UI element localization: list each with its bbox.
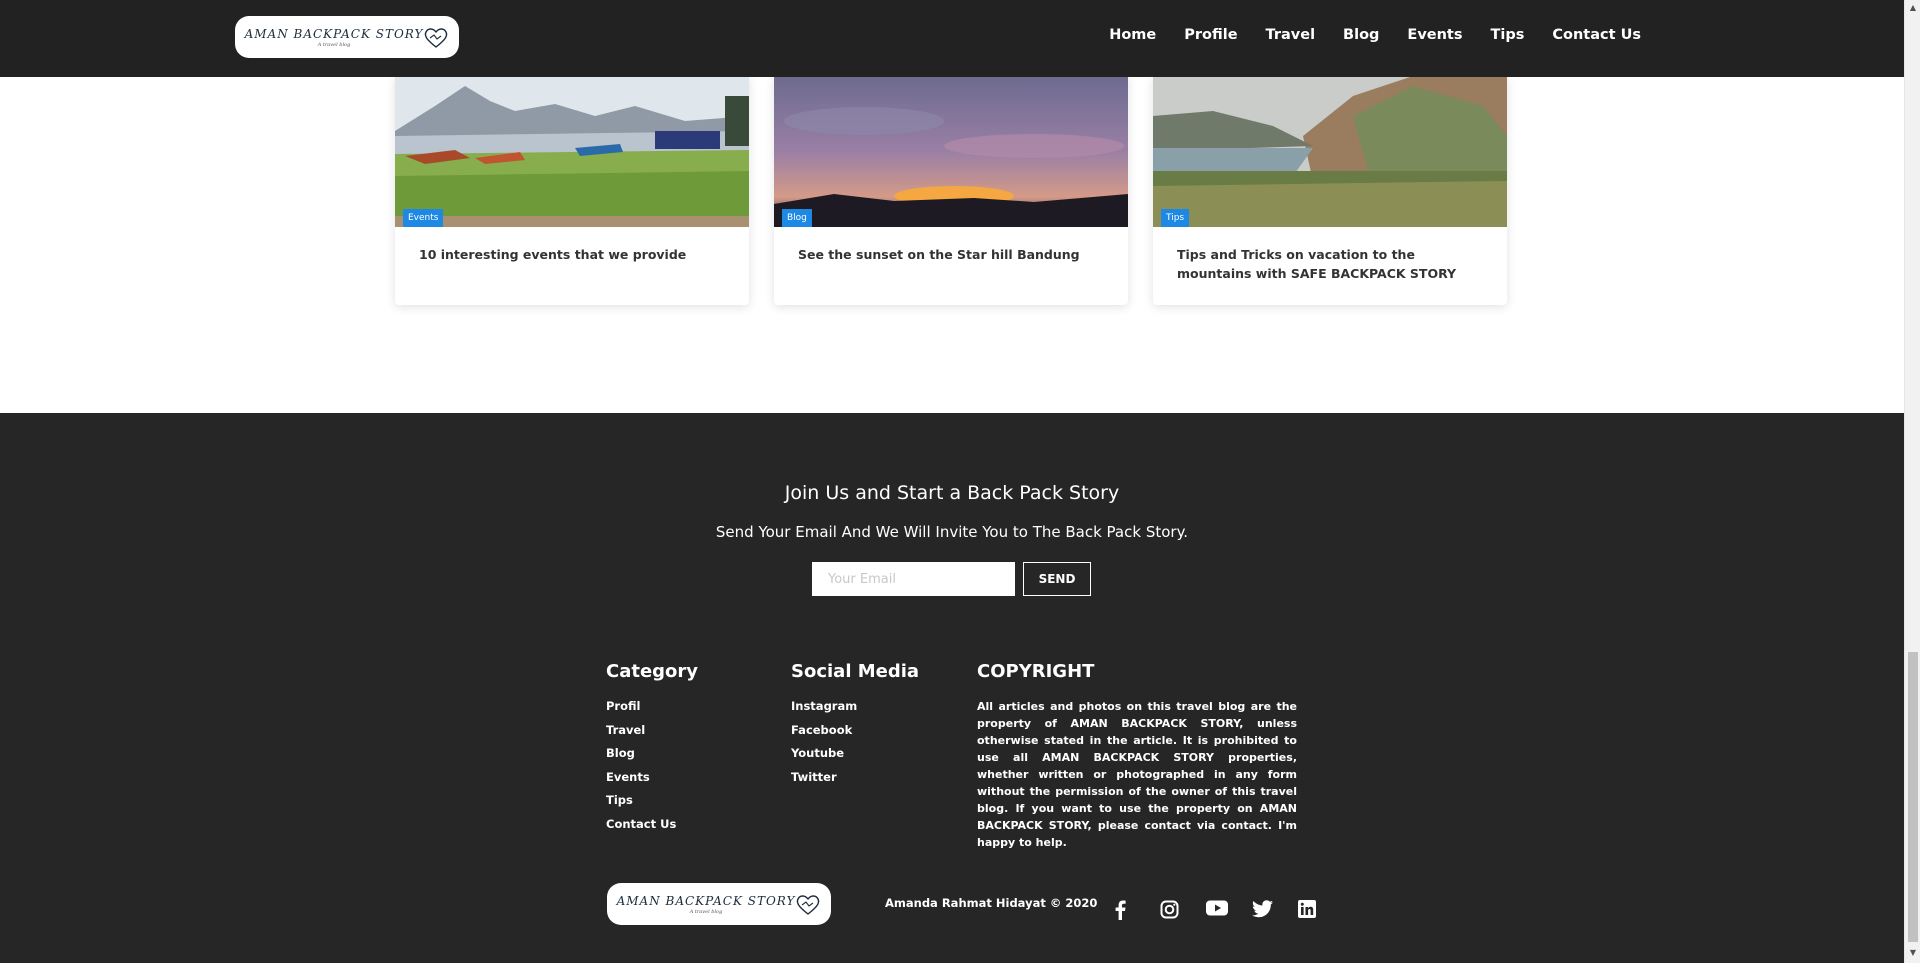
scroll-down-arrow-icon[interactable]: ▼: [1908, 948, 1918, 958]
nav-blog[interactable]: Blog: [1343, 27, 1379, 43]
linkedin-icon[interactable]: [1298, 900, 1344, 922]
post-title[interactable]: 10 interesting events that we provide: [419, 245, 729, 264]
send-button[interactable]: SEND: [1023, 562, 1091, 596]
social-media-list: Instagram Facebook Youtube Twitter: [791, 699, 857, 793]
social-link-facebook[interactable]: Facebook: [791, 723, 857, 747]
category-link-contact-us[interactable]: Contact Us: [606, 817, 676, 841]
post-image-lake-boats: Events: [395, 76, 749, 227]
category-link-travel[interactable]: Travel: [606, 723, 676, 747]
nav-travel[interactable]: Travel: [1266, 27, 1316, 43]
category-link-profil[interactable]: Profil: [606, 699, 676, 723]
scroll-up-arrow-icon[interactable]: ▲: [1908, 3, 1918, 13]
social-link-twitter[interactable]: Twitter: [791, 770, 857, 794]
category-badge[interactable]: Events: [403, 209, 444, 227]
logo-subtitle: A travel blog: [317, 41, 351, 48]
social-link-youtube[interactable]: Youtube: [791, 746, 857, 770]
post-card-events[interactable]: Events 10 interesting events that we pro…: [395, 76, 749, 305]
newsletter-subtitle: Send Your Email And We Will Invite You t…: [715, 523, 1189, 541]
post-image-coast-mountain: Tips: [1153, 76, 1507, 227]
category-link-blog[interactable]: Blog: [606, 746, 676, 770]
logo-text: AMAN BACKPACK STORY: [616, 893, 796, 908]
nav-contact-us[interactable]: Contact Us: [1552, 27, 1641, 43]
scrollbar-thumb[interactable]: [1908, 652, 1918, 942]
twitter-icon[interactable]: [1252, 900, 1298, 922]
post-card-tips[interactable]: Tips Tips and Tricks on vacation to the …: [1153, 76, 1507, 305]
footer: Join Us and Start a Back Pack Story Send…: [0, 413, 1904, 963]
social-link-instagram[interactable]: Instagram: [791, 699, 857, 723]
post-title[interactable]: See the sunset on the Star hill Bandung: [798, 245, 1108, 264]
category-link-tips[interactable]: Tips: [606, 793, 676, 817]
nav-events[interactable]: Events: [1407, 27, 1462, 43]
social-icons: [1114, 900, 1344, 922]
logo-text: AMAN BACKPACK STORY: [244, 26, 424, 41]
main-menu: Home Profile Travel Blog Events Tips Con…: [1081, 27, 1641, 43]
footer-logo[interactable]: AMAN BACKPACK STORY A travel blog: [607, 883, 831, 925]
heart-logo-icon: [796, 895, 820, 915]
category-list: Profil Travel Blog Events Tips Contact U…: [606, 699, 676, 840]
instagram-icon[interactable]: [1160, 900, 1206, 922]
post-card-blog[interactable]: Blog See the sunset on the Star hill Ban…: [774, 76, 1128, 305]
heart-logo-icon: [424, 28, 448, 48]
email-input[interactable]: [812, 562, 1015, 596]
category-link-events[interactable]: Events: [606, 770, 676, 794]
youtube-icon[interactable]: [1206, 900, 1252, 922]
copyright-heading: COPYRIGHT: [977, 661, 1095, 682]
copyright-credit: Amanda Rahmat Hidayat © 2020: [885, 896, 1098, 910]
category-heading: Category: [606, 661, 699, 682]
facebook-icon[interactable]: [1114, 900, 1160, 922]
logo-subtitle: A travel blog: [689, 908, 723, 915]
post-image-sunset: Blog: [774, 76, 1128, 227]
nav-tips[interactable]: Tips: [1491, 27, 1525, 43]
top-navbar: AMAN BACKPACK STORY A travel blog Home P…: [0, 0, 1904, 77]
newsletter-title: Join Us and Start a Back Pack Story: [784, 482, 1120, 504]
social-media-heading: Social Media: [791, 661, 920, 682]
post-title[interactable]: Tips and Tricks on vacation to the mount…: [1177, 245, 1487, 283]
copyright-text: All articles and photos on this travel b…: [977, 700, 1297, 849]
category-badge[interactable]: Tips: [1161, 209, 1190, 227]
nav-home[interactable]: Home: [1109, 27, 1156, 43]
page-scrollbar[interactable]: ▲ ▼: [1904, 0, 1920, 963]
site-logo[interactable]: AMAN BACKPACK STORY A travel blog: [235, 16, 459, 58]
category-badge[interactable]: Blog: [782, 209, 812, 227]
nav-profile[interactable]: Profile: [1184, 27, 1237, 43]
